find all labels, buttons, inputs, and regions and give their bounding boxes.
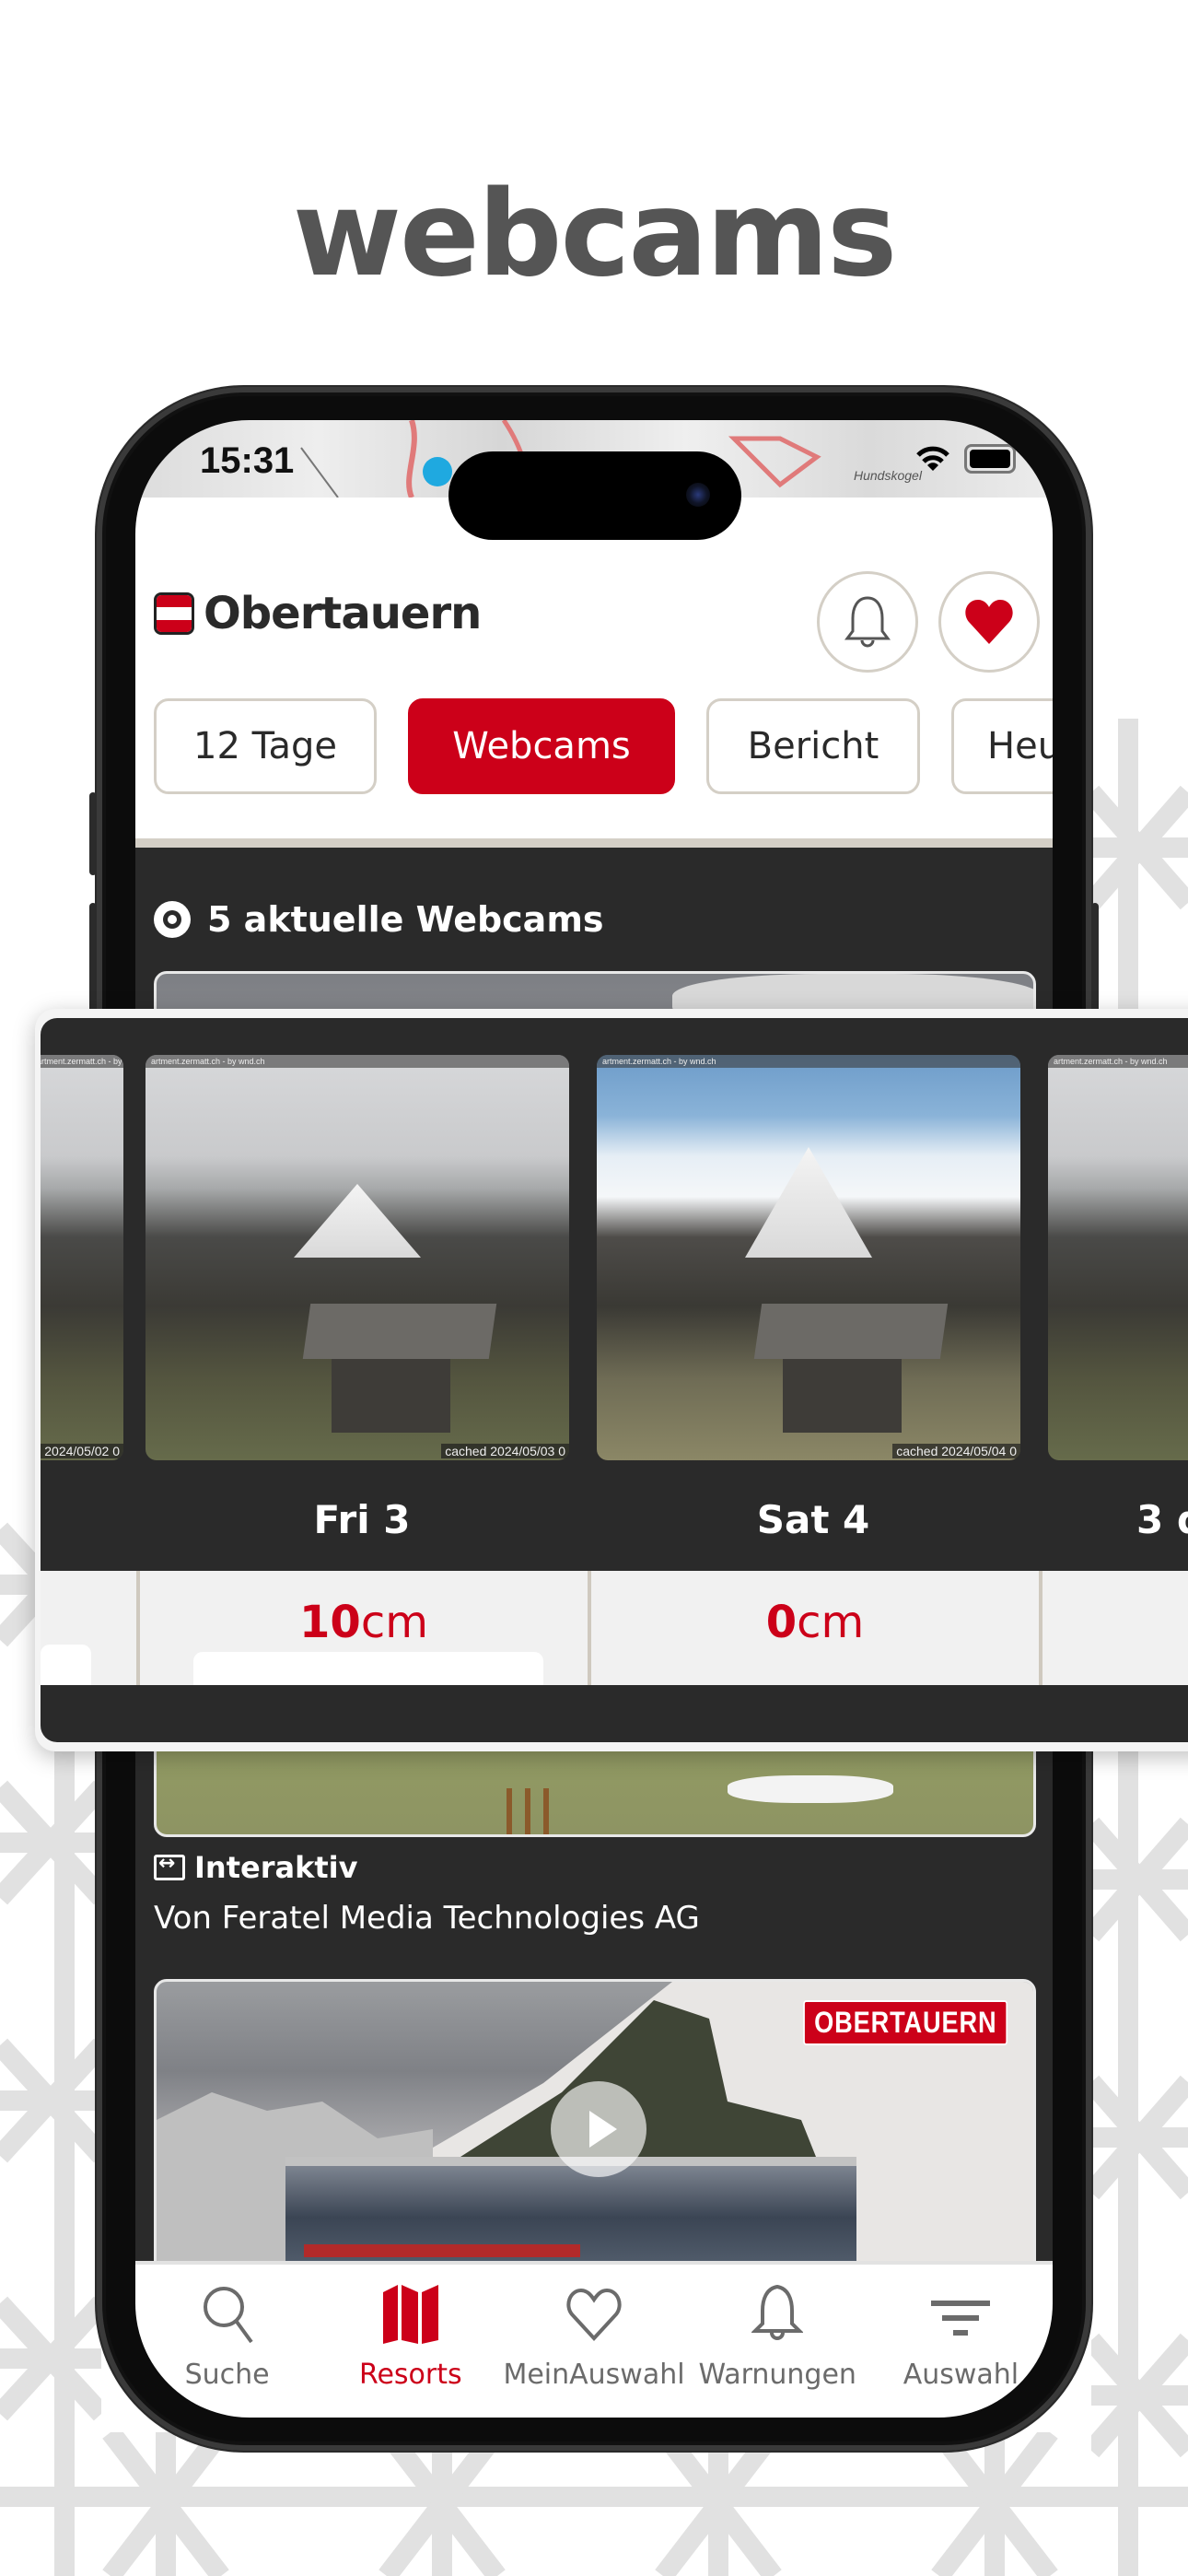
notify-button[interactable]	[817, 571, 918, 673]
map-icon	[382, 2285, 438, 2344]
bell-icon	[751, 2284, 804, 2340]
nav-label: MeinAuswahl	[503, 2359, 685, 2391]
image-house	[753, 1304, 949, 1359]
day-label: Fri 3	[313, 1497, 411, 1542]
filter-icon	[931, 2301, 991, 2336]
thumb-source: artment.zermatt.ch - by wnd.ch	[1048, 1055, 1188, 1068]
webcams-section-title: 5 aktuelle Webcams	[154, 899, 604, 940]
day-label: Sat 4	[756, 1497, 870, 1542]
snow-cell	[1039, 1571, 1188, 1685]
thumb-timestamp: cached 2024/05/04 0	[892, 1444, 1020, 1458]
day-thumbnail[interactable]: artment.zermatt.ch - by wnd.ch cached 20…	[597, 1055, 1020, 1460]
section-title-text: 5 aktuelle Webcams	[207, 899, 604, 940]
flag-stripe	[157, 595, 192, 608]
nav-label: Warnungen	[698, 2359, 856, 2391]
snow-unit: cm	[797, 1597, 865, 1648]
resort-name: Obertauern	[204, 588, 482, 639]
day-label: 3 d	[1136, 1497, 1188, 1542]
wifi-icon	[916, 446, 949, 471]
heart-filled-icon	[965, 600, 1013, 644]
image-fence	[525, 1788, 530, 1834]
flag-stripe	[157, 607, 192, 620]
image-house	[783, 1359, 903, 1433]
tab-webcams[interactable]: Webcams	[408, 698, 675, 794]
nav-suche[interactable]: Suche	[135, 2265, 319, 2418]
snow-bar	[41, 1645, 91, 1685]
snow-value: 0	[765, 1597, 798, 1648]
nav-label: Suche	[184, 2359, 270, 2391]
thumb-source: artment.zermatt.ch - by wnd.ch	[41, 1055, 123, 1068]
status-indicators	[914, 444, 1016, 474]
snow-bar	[193, 1652, 543, 1685]
thumb-timestamp: cached 2024/05/03 0	[441, 1444, 569, 1458]
snow-unit: cm	[360, 1597, 428, 1648]
obertauern-brand-badge: OBERTAUERN	[802, 2000, 1007, 2045]
image-house	[332, 1359, 451, 1433]
webcam-image-video[interactable]: OBERTAUERN	[154, 1979, 1036, 2283]
nav-meinauswahl[interactable]: MeinAuswahl	[502, 2265, 685, 2418]
flag-stripe	[157, 619, 192, 632]
webcam-history-overlay: artment.zermatt.ch - by wnd.ch ched 2024…	[35, 1009, 1188, 1751]
webcam-type-label: Interaktiv	[154, 1850, 357, 1885]
nav-warnungen[interactable]: Warnungen	[686, 2265, 869, 2418]
austria-flag-icon	[154, 592, 194, 635]
image-snow-patch	[728, 1775, 893, 1803]
image-station-sign	[304, 2244, 580, 2257]
play-button[interactable]	[551, 2081, 646, 2177]
status-time: 15:31	[200, 440, 295, 481]
resort-tabs: 12 Tage Webcams Bericht Heu	[154, 698, 1053, 794]
resort-header: Obertauern 12 Tage Webcams Bericht Heu	[135, 498, 1053, 838]
snow-value: 10	[299, 1597, 361, 1648]
snowflake-pattern-bottom	[0, 2432, 1188, 2576]
heart-icon	[566, 2288, 622, 2341]
nav-auswahl[interactable]: Auswahl	[869, 2265, 1053, 2418]
thumb-timestamp: ched 2024/05/02 0	[41, 1444, 123, 1458]
tab-12-tage[interactable]: 12 Tage	[154, 698, 377, 794]
tab-bericht[interactable]: Bericht	[706, 698, 920, 794]
map-label: Hundskogel	[854, 468, 922, 483]
snow-amount: 0cm	[766, 1597, 865, 1648]
thumb-source: artment.zermatt.ch - by wnd.ch	[597, 1055, 1020, 1068]
resort-title-row: Obertauern	[154, 588, 482, 639]
live-target-icon	[154, 901, 191, 938]
webcam-type-text: Interaktiv	[194, 1850, 358, 1885]
promo-headline: webcams	[292, 166, 898, 303]
webcam-provider: Von Feratel Media Technologies AG	[154, 1900, 700, 1937]
thumb-source: artment.zermatt.ch - by wnd.ch	[146, 1055, 569, 1068]
snow-amount: 10cm	[299, 1597, 428, 1648]
bottom-navigation: Suche Resorts MeinAuswahl Warnungen Ausw…	[135, 2261, 1053, 2418]
day-thumbnail[interactable]: artment.zermatt.ch - by wnd.ch ched 2024…	[41, 1055, 123, 1460]
image-fence	[543, 1788, 549, 1834]
day-thumbnail[interactable]: artment.zermatt.ch - by wnd.ch cached 20…	[146, 1055, 569, 1460]
nav-label: Resorts	[358, 2359, 462, 2391]
favorite-button[interactable]	[938, 571, 1040, 673]
nav-resorts[interactable]: Resorts	[319, 2265, 502, 2418]
day-thumbnail[interactable]: artment.zermatt.ch - by wnd.ch	[1048, 1055, 1188, 1460]
image-peak	[294, 1184, 421, 1258]
bell-icon	[844, 596, 891, 648]
image-fence	[507, 1788, 512, 1834]
snow-cell: 0cm	[588, 1571, 1039, 1685]
tab-heute[interactable]: Heu	[951, 698, 1053, 794]
image-house	[302, 1304, 497, 1359]
image-peak	[745, 1147, 872, 1258]
dynamic-island	[448, 451, 741, 540]
search-icon	[203, 2287, 253, 2344]
nav-label: Auswahl	[903, 2359, 1019, 2391]
day-strip: artment.zermatt.ch - by wnd.ch ched 2024…	[41, 1018, 1188, 1742]
header-divider	[135, 838, 1053, 848]
map-skier-marker	[423, 457, 452, 486]
panorama-icon	[154, 1852, 185, 1880]
front-camera	[686, 483, 710, 507]
phone-side-button	[89, 792, 97, 875]
battery-icon	[964, 444, 1016, 474]
